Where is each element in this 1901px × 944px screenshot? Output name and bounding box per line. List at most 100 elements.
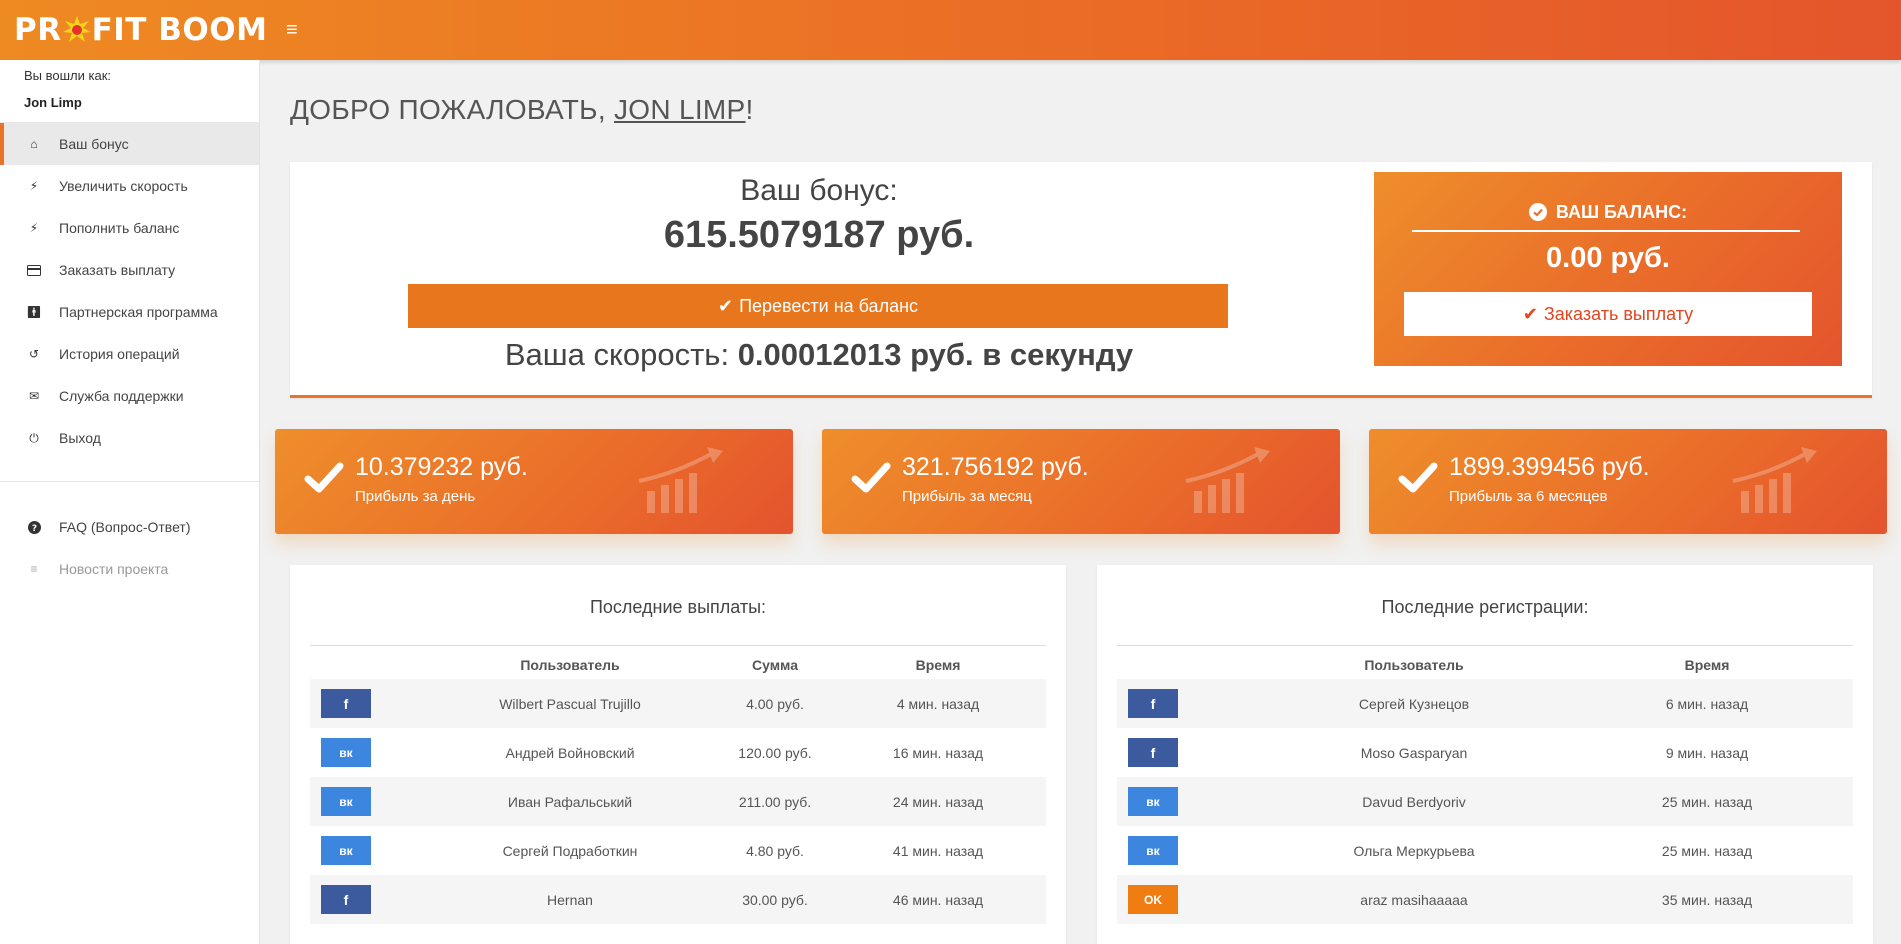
sidebar-item-withdraw[interactable]: Заказать выплату [0,249,259,291]
panel-divider [310,645,1046,646]
cell-time: 25 мин. назад [1661,793,1753,810]
recent-registrations-panel: Последние регистрации: Пользователь Врем… [1097,565,1873,944]
welcome-suffix: ! [745,94,754,125]
withdraw-button[interactable]: ✔ Заказать выплату [1404,292,1812,336]
balance-title-text: ВАШ БАЛАНС: [1555,202,1688,222]
column-header-time: Время [1684,657,1730,673]
stat-value: 10.379232 руб. [355,453,528,481]
bonus-card: Ваш бонус: 615.5079187 руб. ✔ Перевести … [290,162,1872,398]
cell-user: Moso Gasparyan [1360,744,1468,761]
panel-title: Последние выплаты: [589,597,767,617]
cell-time: 41 мин. назад [892,842,984,859]
sidebar-item-support[interactable]: ✉ Служба поддержки [0,375,259,417]
cell-amount: 30.00 руб. [742,891,808,908]
withdraw-button-label: Заказать выплату [1543,303,1694,324]
check-icon: ✔ [1522,303,1538,324]
panel-title: Последние регистрации: [1381,597,1589,617]
table-row: f Сергей Кузнецов 6 мин. назад [1117,679,1853,728]
sidebar-item-faq[interactable]: ? FAQ (Вопрос-Ответ) [0,506,259,548]
table-row: вк Андрей Войновский 120.00 руб. 16 мин. на… [310,728,1046,777]
transfer-to-balance-button[interactable]: ✔ Перевести на баланс [408,284,1228,328]
cell-time: 6 мин. назад [1665,695,1749,712]
sidebar-item-partner[interactable]: 🚹︎ Партнерская программа [0,291,259,333]
welcome-prefix: ДОБРО ПОЖАЛОВАТЬ, [290,94,614,125]
growth-chart-icon [1185,447,1270,513]
cell-user: Hernan [547,891,593,908]
sidebar-item-label: Заказать выплату [59,262,176,278]
check-icon [304,462,344,493]
sidebar-item-topup[interactable]: ⚡︎ Пополнить баланс [0,207,259,249]
hamburger-icon[interactable]: ≡ [286,18,302,42]
logo[interactable]: PR FIT BOOM [14,10,267,50]
cell-user: araz masihaaaaa [1360,891,1468,908]
top-bar: PR FIT BOOM ≡ [0,0,1901,60]
svg-text:?: ? [31,524,36,534]
table-row: вк Сергей Подработкин 4.80 руб. 41 мин. наз… [310,826,1046,875]
check-icon [1398,462,1438,493]
sidebar-item-label: Выход [59,430,101,446]
stat-value: 321.756192 руб. [902,453,1089,481]
stat-label: Прибыль за день [355,488,476,505]
table-row: вк Иван Рафальський 211.00 руб. 24 мин. наз… [310,777,1046,826]
cell-user: Wilbert Pascual Trujillo [499,695,641,712]
vk-icon[interactable]: вк [321,738,371,767]
table-row: f Hernan 30.00 руб. 46 мин. назад [310,875,1046,924]
cell-user: Иван Рафальський [507,793,633,810]
facebook-icon[interactable]: f [1128,738,1178,767]
logo-text-right: FIT BOOM [91,12,268,48]
sidebar-item-history[interactable]: ↺ История операций [0,333,259,375]
table-row: вк Davud Berdyoriv 25 мин. назад [1117,777,1853,826]
table-row: OK araz masihaaaaa 35 мин. назад [1117,875,1853,924]
column-header-user: Пользователь [520,657,620,673]
vk-icon[interactable]: вк [321,836,371,865]
facebook-icon[interactable]: f [1128,689,1178,718]
check-circle-icon [1528,202,1556,222]
cell-amount: 120.00 руб. [738,744,812,761]
column-header-user: Пользователь [1364,657,1464,673]
cell-time: 46 мин. назад [892,891,984,908]
column-header-time: Время [915,657,961,673]
cell-amount: 4.00 руб. [746,695,804,712]
bonus-value: 615.5079187 руб. [663,214,975,256]
growth-chart-icon [638,447,723,513]
cell-time: 25 мин. назад [1661,842,1753,859]
facebook-icon[interactable]: f [321,689,371,718]
speed-value: 0.00012013 руб. в секунду [737,337,1134,372]
sidebar-item-label: Пополнить баланс [59,220,180,236]
odnoklassniki-icon[interactable]: OK [1128,885,1178,914]
sidebar-item-increase-speed[interactable]: ⚡︎ Увеличить скорость [0,165,259,207]
power-icon: ⏻ [29,430,39,445]
welcome-username-link[interactable]: JON LIMP [614,94,746,125]
cell-user: Сергей Кузнецов [1358,695,1470,712]
sidebar-item-news[interactable]: ≡ Новости проекта [0,548,259,590]
sidebar-item-label: Ваш бонус [59,136,129,152]
cell-time: 24 мин. назад [892,793,984,810]
recent-payouts-panel: Последние выплаты: Пользователь Сумма Вр… [290,565,1066,944]
balance-box: ВАШ БАЛАНС: 0.00 руб. ✔ Заказать выплату [1374,172,1842,366]
stat-card-month: 321.756192 руб. Прибыль за месяц [822,429,1340,534]
cell-time: 4 мин. назад [896,695,980,712]
facebook-icon[interactable]: f [321,885,371,914]
history-icon: ↺ [28,347,40,361]
vk-icon[interactable]: вк [321,787,371,816]
stat-label: Прибыль за месяц [902,488,1032,505]
panel-divider [1117,645,1853,646]
sidebar-item-label: FAQ (Вопрос-Ответ) [59,519,191,535]
person-icon: 🚹︎ [26,305,42,319]
cell-time: 9 мин. назад [1665,744,1749,761]
column-header-amount: Сумма [751,657,799,673]
transfer-button-label: Перевести на баланс [739,295,919,316]
vk-icon[interactable]: вк [1128,787,1178,816]
logo-burst-icon [62,16,91,44]
sidebar-item-bonus[interactable]: ⌂ Ваш бонус [0,123,259,165]
stat-label: Прибыль за 6 месяцев [1449,488,1608,505]
sidebar-item-label: Партнерская программа [59,304,218,320]
bolt-icon: ⚡︎ [29,221,39,235]
table-row: f Wilbert Pascual Trujillo 4.00 руб. 4 мин.… [310,679,1046,728]
login-label: Вы вошли как: [24,68,112,83]
sidebar-item-label: Увеличить скорость [59,178,188,194]
vk-icon[interactable]: вк [1128,836,1178,865]
sidebar-item-logout[interactable]: ⏻ Выход [0,417,259,459]
cell-amount: 4.80 руб. [746,842,804,859]
bonus-title: Ваш бонус: [740,174,898,207]
